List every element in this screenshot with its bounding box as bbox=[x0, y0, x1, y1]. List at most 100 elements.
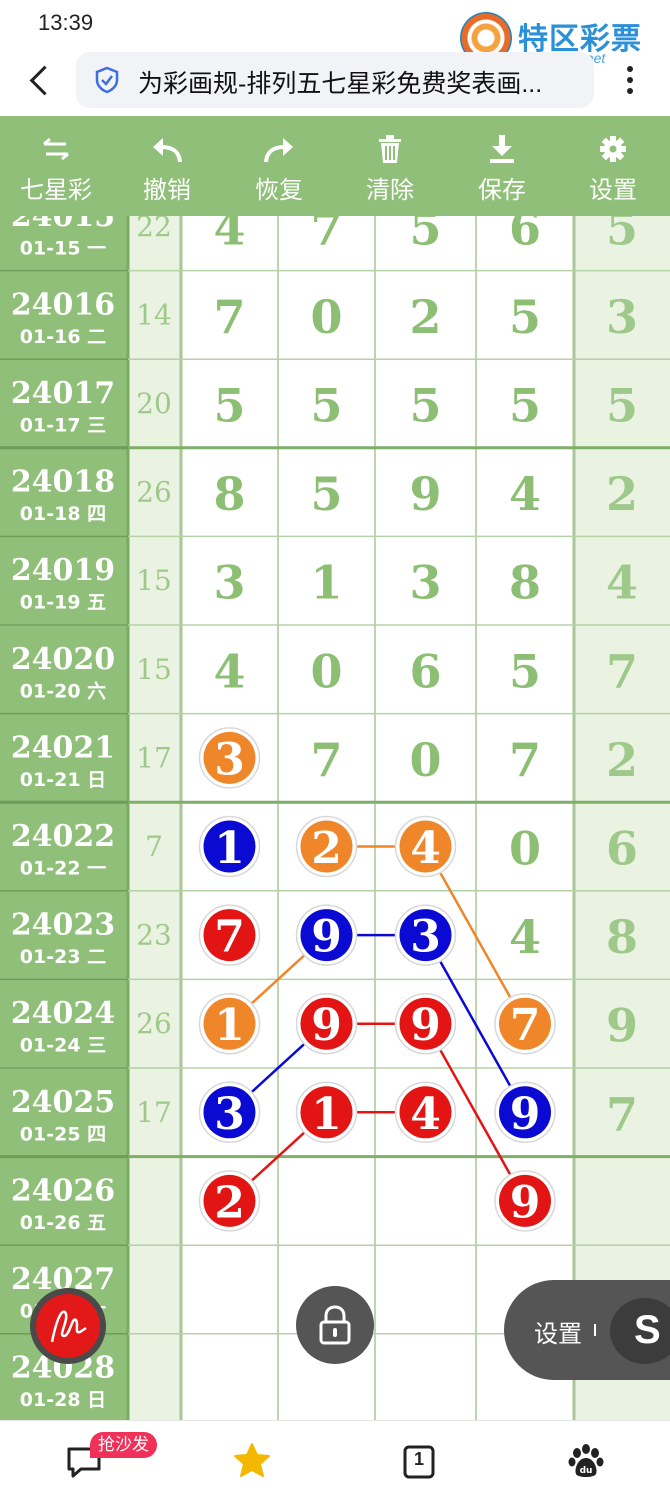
ball-digit: 9 bbox=[311, 912, 342, 963]
separator bbox=[594, 1324, 596, 1336]
ball-digit: 1 bbox=[311, 1089, 342, 1140]
issue-date: 01-17 三 bbox=[20, 415, 106, 437]
ball-digit: 2 bbox=[214, 1177, 245, 1228]
settings-button[interactable]: 设置 bbox=[563, 116, 663, 216]
save-button[interactable]: 保存 bbox=[452, 116, 552, 216]
dot-icon bbox=[627, 88, 633, 94]
ball-digit: 9 bbox=[510, 1177, 541, 1228]
page-title: 为彩画规-排列五七星彩免费奖表画... bbox=[138, 70, 543, 98]
sum-value: 23 bbox=[136, 919, 172, 952]
toolbar-label: 设置 bbox=[589, 177, 637, 204]
issue-number: 24021 bbox=[11, 730, 115, 765]
issue-date: 01-21 日 bbox=[20, 769, 106, 791]
page-count-button[interactable]: 1 bbox=[368, 1421, 468, 1501]
toolbar-label: 清除 bbox=[366, 177, 414, 204]
issue-number: 24017 bbox=[11, 376, 115, 411]
redo-button[interactable]: 恢复 bbox=[229, 116, 329, 216]
digit-value: 4 bbox=[213, 644, 245, 698]
undo-icon bbox=[153, 138, 182, 163]
issue-number: 24026 bbox=[11, 1173, 115, 1208]
digit-value: 9 bbox=[409, 467, 441, 521]
digit-value: 5 bbox=[310, 379, 342, 433]
digit-value: 7 bbox=[310, 733, 342, 787]
sum-value: 17 bbox=[136, 1096, 172, 1129]
digit-value: 4 bbox=[509, 910, 541, 964]
issue-number: 24025 bbox=[11, 1085, 115, 1120]
sum-value: 26 bbox=[136, 476, 172, 509]
toolbar-label: 恢复 bbox=[255, 177, 303, 204]
digit-value: 5 bbox=[409, 379, 441, 433]
dot-icon bbox=[627, 77, 633, 83]
issue-date: 01-20 六 bbox=[20, 679, 106, 702]
status-time: 13:39 bbox=[38, 10, 94, 35]
lottery-grid[interactable]: 24015 01-15 一 22 5 24016 01-16 二 14 3 24017 01-17… bbox=[0, 216, 670, 1420]
digit-value: 8 bbox=[509, 556, 541, 610]
s-toggle-button[interactable]: S bbox=[610, 1298, 670, 1364]
ball-digit: 3 bbox=[214, 734, 245, 785]
digit-value: 7 bbox=[509, 733, 541, 787]
favorite-button[interactable] bbox=[200, 1421, 300, 1501]
issue-number: 24020 bbox=[11, 642, 115, 677]
digit-value: 5 bbox=[509, 379, 541, 433]
issue-date: 01-15 一 bbox=[20, 237, 106, 259]
drawing-canvas[interactable]: 2401501-15 一22 52401601-16 二14 32401701-17… bbox=[0, 216, 670, 1420]
paw-icon: du bbox=[568, 1444, 604, 1477]
issue-date: 01-18 四 bbox=[20, 503, 106, 525]
s-letter: S bbox=[634, 1308, 661, 1352]
ball-digit: 9 bbox=[510, 1089, 541, 1140]
toolbar-label: 保存 bbox=[478, 177, 526, 204]
redo-icon bbox=[264, 138, 293, 163]
address-bar[interactable]: 为彩画规-排列五七星彩免费奖表画... bbox=[76, 52, 594, 108]
sum-value: 15 bbox=[136, 653, 172, 686]
issue-number: 24024 bbox=[11, 996, 115, 1031]
issue-date: 01-25 四 bbox=[20, 1123, 106, 1145]
more-menu-button[interactable] bbox=[618, 60, 642, 100]
sum-value: 17 bbox=[136, 741, 172, 774]
clear-button[interactable]: 清除 bbox=[340, 116, 440, 216]
digit-value: 3 bbox=[213, 556, 245, 610]
shield-icon bbox=[95, 66, 119, 94]
last-digit: 8 bbox=[606, 910, 638, 964]
lock-button[interactable] bbox=[296, 1286, 374, 1364]
issue-date: 01-23 二 bbox=[20, 946, 106, 968]
download-icon bbox=[490, 135, 514, 163]
digit-value: 7 bbox=[213, 290, 245, 344]
issue-date: 01-16 二 bbox=[20, 326, 106, 348]
last-digit: 6 bbox=[606, 822, 638, 876]
lock-icon bbox=[319, 1305, 351, 1345]
sum-value: 15 bbox=[136, 564, 172, 597]
back-button[interactable] bbox=[22, 60, 62, 104]
digit-value: 3 bbox=[409, 556, 441, 610]
sum-value: 14 bbox=[136, 298, 172, 331]
switch-lottery-button[interactable]: 七星彩 bbox=[6, 116, 106, 216]
digit-value: 0 bbox=[409, 733, 441, 787]
ball-digit: 9 bbox=[311, 1000, 342, 1051]
floating-settings-label: 设置 bbox=[534, 1321, 582, 1348]
gear-icon bbox=[600, 136, 626, 162]
digit-value: 1 bbox=[310, 556, 342, 610]
sum-value: 22 bbox=[136, 216, 172, 243]
ball-digit: 7 bbox=[214, 912, 245, 963]
issue-date: 01-22 一 bbox=[20, 858, 106, 880]
issue-number: 24015 bbox=[11, 216, 115, 234]
draw-mode-button[interactable] bbox=[30, 1288, 106, 1364]
ball-digit: 1 bbox=[214, 1000, 245, 1051]
last-digit: 7 bbox=[606, 1087, 638, 1141]
toolbar-label: 撤销 bbox=[143, 177, 191, 204]
page-count-value: 1 bbox=[414, 1449, 425, 1469]
floating-settings-panel[interactable]: 设置 S bbox=[504, 1280, 670, 1380]
issue-number: 24016 bbox=[11, 287, 115, 322]
issue-number: 24022 bbox=[11, 819, 115, 854]
undo-button[interactable]: 撤销 bbox=[117, 116, 217, 216]
ball-digit: 2 bbox=[311, 823, 342, 874]
issue-number: 24019 bbox=[11, 553, 115, 588]
digit-value: 5 bbox=[509, 290, 541, 344]
ball-digit: 7 bbox=[510, 1000, 541, 1051]
digit-value: 0 bbox=[509, 822, 541, 876]
last-digit: 3 bbox=[606, 290, 638, 344]
baidu-button[interactable]: du bbox=[536, 1421, 636, 1501]
digit-value: 4 bbox=[509, 467, 541, 521]
issue-number: 24018 bbox=[11, 465, 115, 500]
sum-value: 20 bbox=[136, 387, 172, 420]
comment-badge: 抢沙发 bbox=[90, 1432, 157, 1458]
